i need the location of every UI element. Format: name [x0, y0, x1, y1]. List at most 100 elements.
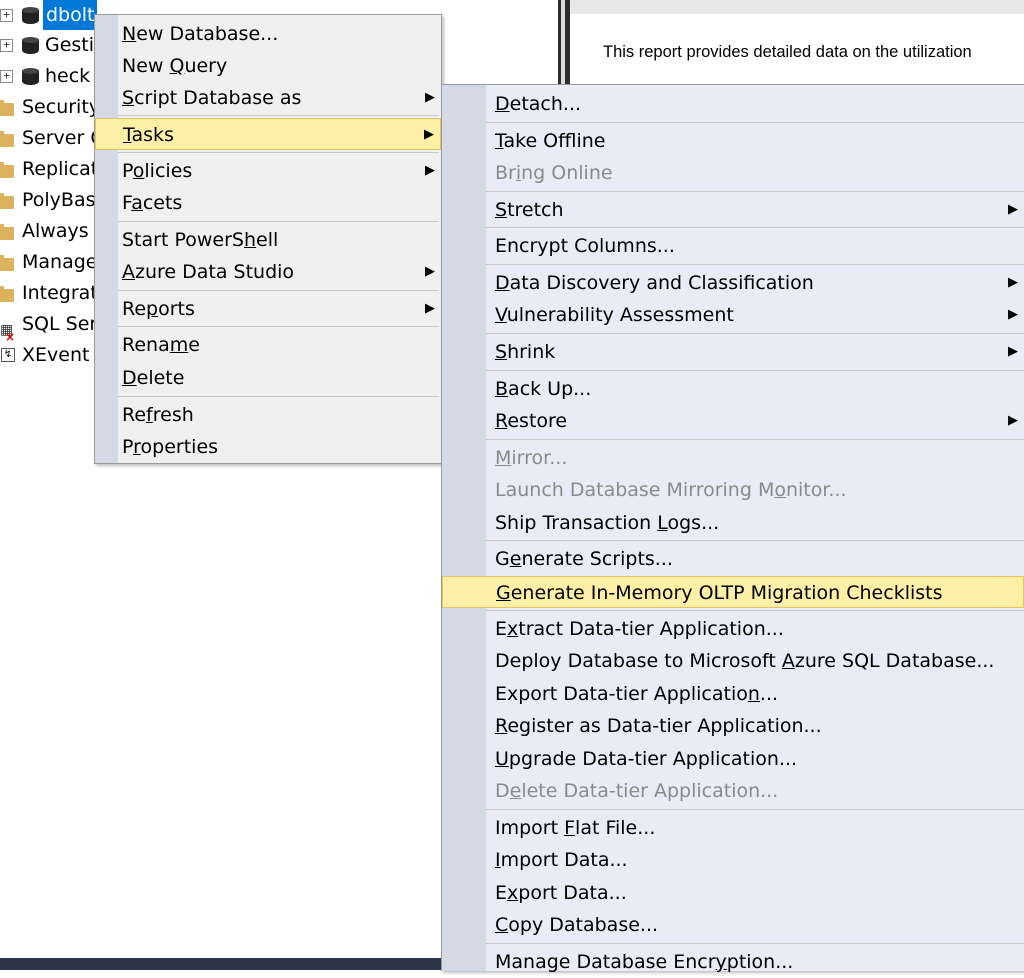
menu-item-label: Delete	[122, 362, 184, 394]
menu-item[interactable]: Properties	[95, 431, 441, 463]
menu-item[interactable]: Restore ▶	[442, 405, 1024, 437]
menu-item-label: Reports	[122, 293, 195, 325]
database-context-menu: New Database... New Query Script Database …	[94, 14, 442, 464]
plus-expander-icon[interactable]: +	[0, 70, 13, 83]
menu-item-label: Register as Data-tier Application...	[495, 710, 822, 742]
folder-label[interactable]: Security	[22, 92, 100, 122]
menu-item[interactable]: Copy Database...	[442, 909, 1024, 941]
folder-label[interactable]: PolyBas	[22, 185, 96, 215]
database-label[interactable]: heck	[45, 61, 90, 91]
menu-item[interactable]: Shrink ▶	[442, 336, 1024, 368]
menu-item-label-text: Deploy Database to Microsoft	[495, 650, 782, 672]
menu-item-label-text: elete	[136, 367, 185, 389]
menu-item-label-text: Rena	[122, 334, 170, 356]
menu-item[interactable]: Azure Data Studio ▶	[95, 256, 441, 288]
menu-item-label: Take Offline	[495, 125, 606, 157]
database-label[interactable]: dbolt	[43, 0, 98, 30]
menu-item-label-text: Re	[122, 298, 147, 320]
menu-item[interactable]: Upgrade Data-tier Application...	[442, 743, 1024, 775]
menu-item[interactable]: Register as Data-tier Application...	[442, 710, 1024, 742]
menu-item-label-text: Launch Database Mirroring M	[495, 479, 775, 501]
menu-item[interactable]: Deploy Database to Microsoft Azure SQL D…	[442, 645, 1024, 677]
menu-item-label: Script Database as	[122, 82, 301, 114]
menu-item[interactable]: Policies ▶	[95, 155, 441, 187]
menu-item-accelerator: M	[495, 447, 512, 469]
folder-label[interactable]: Server O	[22, 123, 105, 153]
menu-item-label-text: egister as Data-tier Application...	[507, 715, 822, 737]
menu-item[interactable]: Export Data...	[442, 877, 1024, 909]
menu-item[interactable]: Import Data...	[442, 844, 1024, 876]
menu-item[interactable]: New Database...	[95, 18, 441, 50]
folder-label[interactable]: Manage	[22, 247, 97, 277]
database-label[interactable]: Gesti	[45, 30, 94, 60]
folder-label[interactable]: Replicat	[22, 154, 98, 184]
menu-item[interactable]: Rename	[95, 329, 441, 361]
menu-item[interactable]: Reports ▶	[95, 293, 441, 325]
sql-agent-label[interactable]: SQL Ser	[22, 309, 97, 339]
menu-item[interactable]: Detach...	[442, 88, 1024, 120]
menu-item[interactable]: Encrypt Columns...	[442, 230, 1024, 262]
menu-item[interactable]: Facets	[95, 187, 441, 219]
plus-expander-icon[interactable]: +	[0, 9, 13, 22]
menu-item-label: Restore	[495, 405, 567, 437]
menu-separator	[486, 370, 1024, 371]
folder-icon	[0, 131, 14, 147]
menu-item-accelerator: N	[122, 23, 137, 45]
menu-item-accelerator: r	[133, 436, 141, 458]
menu-item-accelerator: m	[169, 334, 189, 356]
menu-item-label-text: ack Up...	[508, 378, 592, 400]
menu-item[interactable]: Manage Database Encryption...	[442, 946, 1024, 978]
menu-item: Bring Online	[442, 157, 1024, 189]
menu-item[interactable]: Delete	[95, 362, 441, 394]
tasks-submenu: Detach... Take Offline Bring Online Stretch…	[441, 84, 1024, 973]
xevent-label[interactable]: XEvent	[22, 340, 89, 370]
menu-item-label: Policies	[122, 155, 192, 187]
menu-item-label-text: nitor...	[785, 479, 847, 501]
menu-item-label-text: ata Discovery and Classification	[509, 272, 814, 294]
folder-icon	[0, 255, 14, 271]
menu-item[interactable]: Export Data-tier Application...	[442, 678, 1024, 710]
folder-label[interactable]: Always	[22, 216, 89, 246]
menu-item[interactable]: Start PowerShell	[95, 224, 441, 256]
menu-item[interactable]: Data Discovery and Classification ▶	[442, 267, 1024, 299]
menu-item[interactable]: Tasks ▶	[95, 118, 441, 150]
menu-item-label-text: etach...	[509, 93, 582, 115]
menu-item-label-text: asks	[131, 124, 174, 146]
menu-separator	[118, 152, 439, 153]
menu-item-label-text: hrink	[507, 341, 556, 363]
menu-item[interactable]: Vulnerability Assessment ▶	[442, 299, 1024, 331]
menu-separator	[118, 326, 439, 327]
menu-item-accelerator: V	[495, 304, 507, 326]
menu-item[interactable]: Back Up...	[442, 373, 1024, 405]
menu-item-label-text: Ship Transaction	[495, 512, 658, 534]
menu-item[interactable]: Import Flat File...	[442, 812, 1024, 844]
menu-item-label-text: E	[495, 618, 508, 640]
menu-item-label-text: Export Data-tier Applicatio	[495, 683, 748, 705]
folder-label[interactable]: Integrat	[22, 278, 98, 308]
menu-item-label-text: cets	[142, 192, 183, 214]
database-icon	[22, 7, 39, 25]
menu-item[interactable]: Script Database as ▶	[95, 82, 441, 114]
menu-item[interactable]: Generate Scripts...	[442, 543, 1024, 575]
menu-item[interactable]: New Query	[95, 50, 441, 82]
menu-item-label: Tasks	[123, 119, 174, 151]
folder-icon	[0, 193, 14, 209]
menu-item[interactable]: Take Offline	[442, 125, 1024, 157]
menu-item-label-text: pgrade Data-tier Application...	[508, 748, 798, 770]
menu-item[interactable]: Generate In-Memory OLTP Migration Checkl…	[442, 576, 1024, 608]
menu-item-label-text: port Data...	[518, 882, 627, 904]
triangle-right-icon: ▶	[1008, 275, 1018, 290]
menu-item[interactable]: Refresh	[95, 399, 441, 431]
menu-item-label: New Database...	[122, 18, 278, 50]
menu-separator	[486, 333, 1024, 334]
menu-item[interactable]: Extract Data-tier Application...	[442, 613, 1024, 645]
folder-icon	[0, 286, 14, 302]
plus-expander-icon[interactable]: +	[0, 39, 13, 52]
menu-item[interactable]: Stretch ▶	[442, 194, 1024, 226]
menu-item-accelerator: e	[509, 780, 522, 802]
menu-item: Launch Database Mirroring Monitor...	[442, 474, 1024, 506]
menu-item-label: Generate Scripts...	[495, 543, 673, 575]
triangle-right-icon: ▶	[425, 301, 435, 316]
menu-item[interactable]: Ship Transaction Logs...	[442, 507, 1024, 539]
triangle-right-icon: ▶	[1008, 307, 1018, 322]
